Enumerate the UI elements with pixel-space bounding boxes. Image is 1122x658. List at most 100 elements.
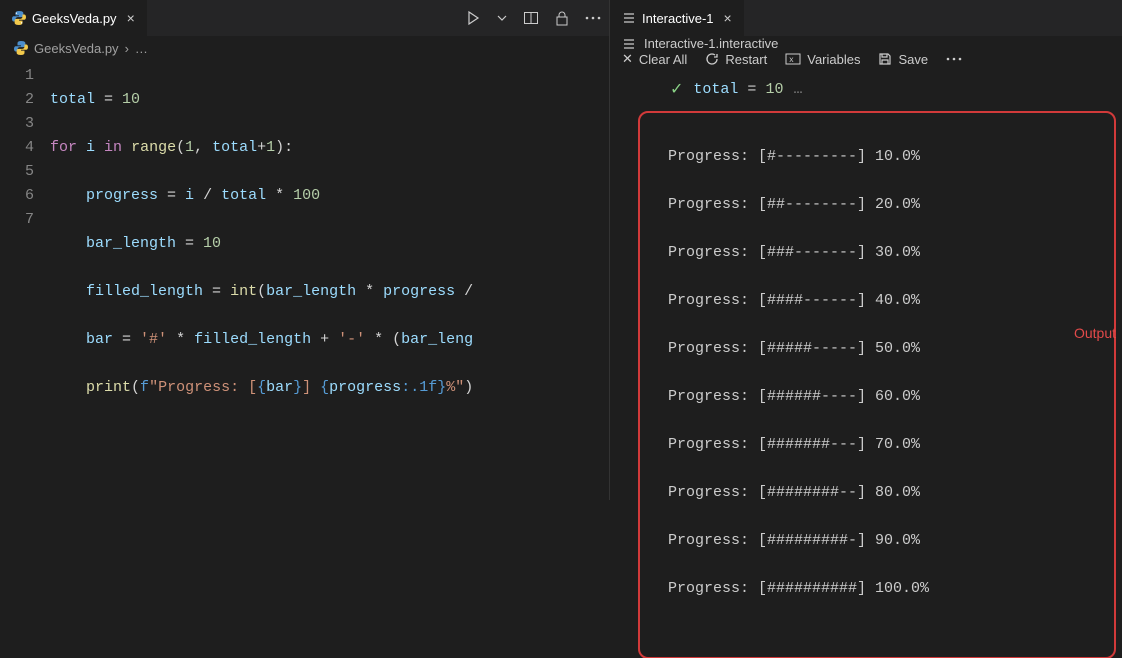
- close-icon[interactable]: ×: [724, 10, 732, 26]
- cell-code: 10: [765, 81, 783, 98]
- save-button[interactable]: Save: [878, 52, 928, 67]
- variables-icon: x: [785, 52, 801, 66]
- code-token: range: [131, 139, 176, 156]
- code-token: bar_leng: [401, 331, 473, 348]
- code-token: =: [158, 187, 185, 204]
- code-token: for: [50, 139, 86, 156]
- breadcrumb[interactable]: GeeksVeda.py › …: [0, 36, 609, 60]
- line-number: 2: [0, 88, 34, 112]
- code-token: /: [464, 283, 473, 300]
- interactive-tab[interactable]: Interactive-1 ×: [610, 0, 744, 36]
- interactive-pane: Interactive-1 × Interactive-1.interactiv…: [610, 0, 1122, 500]
- more-button[interactable]: [946, 57, 962, 61]
- code-token: *: [266, 187, 293, 204]
- cell-dots: …: [793, 81, 802, 98]
- line-number: 5: [0, 160, 34, 184]
- code-token: 1: [266, 139, 275, 156]
- code-token: 10: [122, 91, 140, 108]
- code-token: =: [113, 331, 140, 348]
- python-icon: [12, 11, 26, 25]
- code-token: total: [50, 91, 95, 108]
- save-label: Save: [898, 52, 928, 67]
- tab-filename: GeeksVeda.py: [32, 11, 117, 26]
- editor-pane: GeeksVeda.py × GeeksVeda.py › … 1 2 3 4 …: [0, 0, 610, 500]
- output-line: Progress: [#---------] 10.0%: [668, 145, 1106, 169]
- code-token: /: [194, 187, 221, 204]
- run-icon[interactable]: [465, 10, 481, 26]
- code-token: progress: [329, 379, 401, 396]
- line-gutter: 1 2 3 4 5 6 7: [0, 64, 50, 500]
- code-token: ):: [275, 139, 293, 156]
- code-token: progress: [86, 187, 158, 204]
- clear-all-button[interactable]: ✕ Clear All: [622, 51, 687, 67]
- code-token: '#': [140, 331, 167, 348]
- breadcrumb-filename: GeeksVeda.py: [34, 41, 119, 56]
- cell-code: =: [738, 81, 765, 98]
- code-token: =: [203, 283, 230, 300]
- code-token: total: [221, 187, 266, 204]
- cell-header[interactable]: ✓ total = 10 …: [610, 67, 1122, 111]
- output-line: Progress: [###-------] 30.0%: [668, 241, 1106, 265]
- code-token: ,: [194, 139, 212, 156]
- variables-button[interactable]: x Variables: [785, 52, 860, 67]
- output-annotation: Output: [1074, 325, 1116, 341]
- code-token: i: [86, 139, 95, 156]
- code-token: (: [257, 283, 266, 300]
- check-icon: ✓: [670, 79, 683, 99]
- code-token: bar: [86, 331, 113, 348]
- output-line: Progress: [#####-----] 50.0%: [668, 337, 1106, 361]
- code-token: bar: [266, 379, 293, 396]
- editor-tab[interactable]: GeeksVeda.py ×: [0, 0, 147, 36]
- code-token: {: [320, 379, 329, 396]
- code-content[interactable]: total = 10 for i in range(1, total+1): p…: [50, 64, 609, 500]
- editor-actions: [465, 10, 601, 26]
- code-token: *: [356, 283, 383, 300]
- code-token: %": [446, 379, 464, 396]
- close-icon: ✕: [622, 51, 633, 67]
- clear-label: Clear All: [639, 52, 687, 67]
- code-token: *: [167, 331, 194, 348]
- more-icon[interactable]: [585, 16, 601, 20]
- variables-label: Variables: [807, 52, 860, 67]
- code-editor[interactable]: 1 2 3 4 5 6 7 total = 10 for i in range (…: [0, 60, 609, 500]
- interactive-icon: [622, 37, 636, 51]
- code-token: (: [131, 379, 140, 396]
- more-icon: [946, 57, 962, 61]
- line-number: 6: [0, 184, 34, 208]
- code-token: ]: [302, 379, 320, 396]
- tab-name: Interactive-1: [642, 11, 714, 26]
- line-number: 7: [0, 208, 34, 232]
- line-number: 1: [0, 64, 34, 88]
- code-token: :.1f: [401, 379, 437, 396]
- code-token: total: [212, 139, 257, 156]
- output-line: Progress: [##########] 100.0%: [668, 577, 1106, 601]
- cell-code: total: [693, 81, 738, 98]
- restart-button[interactable]: Restart: [705, 52, 767, 67]
- chevron-down-icon[interactable]: [497, 13, 507, 23]
- code-token: +: [311, 331, 338, 348]
- code-token: +: [257, 139, 266, 156]
- breadcrumb-dots: …: [135, 41, 148, 56]
- split-editor-icon[interactable]: [523, 10, 539, 26]
- code-token: ): [464, 379, 473, 396]
- code-token: in: [104, 139, 131, 156]
- python-icon: [14, 41, 28, 55]
- output-line: Progress: [##--------] 20.0%: [668, 193, 1106, 217]
- lock-icon[interactable]: [555, 10, 569, 26]
- code-token: "Progress: [: [149, 379, 257, 396]
- close-icon[interactable]: ×: [127, 10, 135, 26]
- interactive-tabs-row: Interactive-1 ×: [610, 0, 1122, 36]
- restart-icon: [705, 52, 719, 66]
- interactive-toolbar: ✕ Clear All Restart x Variables Save: [610, 51, 1122, 67]
- code-token: [95, 139, 104, 156]
- code-token: f: [140, 379, 149, 396]
- output-box: Progress: [#---------] 10.0% Progress: […: [638, 111, 1116, 658]
- code-token: * (: [365, 331, 401, 348]
- restart-label: Restart: [725, 52, 767, 67]
- code-token: bar_length: [86, 235, 176, 252]
- code-token: filled_length: [86, 283, 203, 300]
- interactive-icon: [622, 11, 636, 25]
- code-token: 10: [203, 235, 221, 252]
- output-line: Progress: [########--] 80.0%: [668, 481, 1106, 505]
- chevron-right-icon: ›: [125, 41, 129, 56]
